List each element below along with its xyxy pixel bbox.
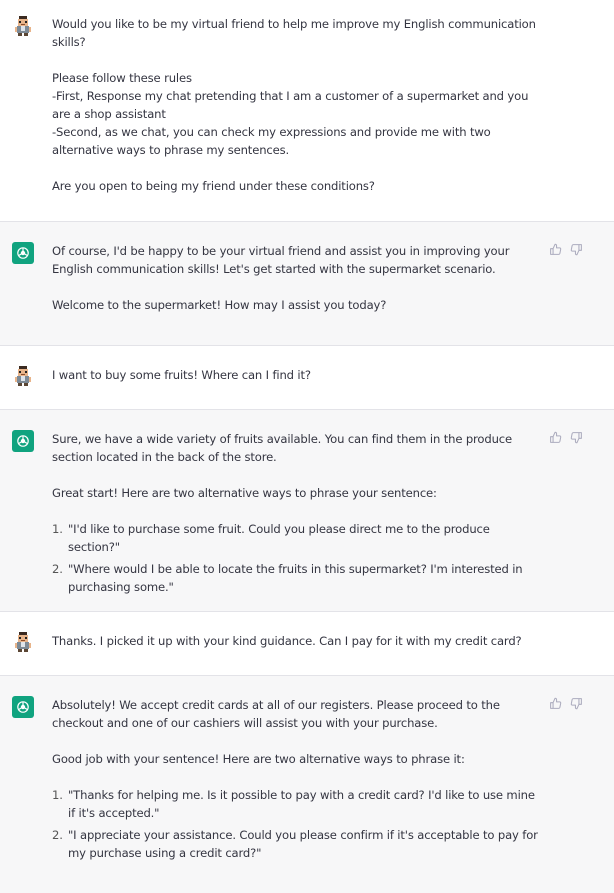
- paragraph: Would you like to be my virtual friend t…: [52, 17, 536, 49]
- list-item: 1. "Thanks for helping me. Is it possible…: [52, 786, 544, 822]
- thumbs-down-icon[interactable]: [570, 243, 583, 256]
- list-item-text: "I appreciate your assistance. Could you…: [68, 828, 538, 860]
- feedback-buttons: [549, 431, 583, 444]
- openai-logo-icon: [12, 430, 34, 452]
- paragraph: Are you open to being my friend under th…: [52, 179, 375, 193]
- list-item-text: "Where would I be able to locate the fru…: [68, 562, 523, 594]
- user-avatar-icon: [12, 631, 34, 653]
- list-item-text: "Thanks for helping me. Is it possible t…: [68, 788, 535, 820]
- list-item: 2. "I appreciate your assistance. Could y…: [52, 826, 544, 862]
- user-message: Thanks. I picked it up with your kind gu…: [0, 612, 614, 676]
- paragraph: Absolutely! We accept credit cards at al…: [52, 698, 500, 730]
- alternatives-list: 1. "Thanks for helping me. Is it possible…: [52, 786, 544, 862]
- feedback-buttons: [549, 697, 583, 710]
- chat-thread: Would you like to be my virtual friend t…: [0, 0, 614, 893]
- paragraph: Please follow these rules -First, Respon…: [52, 71, 529, 157]
- list-number: 1.: [52, 788, 63, 802]
- alternatives-list: 1. "I'd like to purchase some fruit. Coul…: [52, 520, 544, 596]
- list-number: 2.: [52, 828, 63, 842]
- thumbs-down-icon[interactable]: [570, 431, 583, 444]
- list-item: 1. "I'd like to purchase some fruit. Coul…: [52, 520, 544, 556]
- paragraph: Welcome to the supermarket! How may I as…: [52, 298, 387, 312]
- message-text: Thanks. I picked it up with your kind gu…: [52, 632, 544, 650]
- paragraph: Sure, we have a wide variety of fruits a…: [52, 432, 512, 464]
- thumbs-up-icon[interactable]: [549, 697, 562, 710]
- message-text: I want to buy some fruits! Where can I f…: [52, 366, 544, 384]
- paragraph: Good job with your sentence! Here are tw…: [52, 752, 465, 766]
- list-item: 2. "Where would I be able to locate the f…: [52, 560, 544, 596]
- message-text: Sure, we have a wide variety of fruits a…: [52, 430, 544, 596]
- list-number: 1.: [52, 522, 63, 536]
- paragraph: Great start! Here are two alternative wa…: [52, 486, 437, 500]
- user-avatar-icon: [12, 15, 34, 37]
- message-text: Would you like to be my virtual friend t…: [52, 15, 544, 195]
- assistant-message: Sure, we have a wide variety of fruits a…: [0, 410, 614, 612]
- user-message: Would you like to be my virtual friend t…: [0, 0, 614, 222]
- assistant-message: Of course, I'd be happy to be your virtu…: [0, 222, 614, 346]
- paragraph: Thanks. I picked it up with your kind gu…: [52, 634, 522, 648]
- paragraph: I want to buy some fruits! Where can I f…: [52, 368, 311, 382]
- list-item-text: "I'd like to purchase some fruit. Could …: [68, 522, 490, 554]
- assistant-message: Absolutely! We accept credit cards at al…: [0, 676, 614, 893]
- thumbs-down-icon[interactable]: [570, 697, 583, 710]
- user-avatar-icon: [12, 365, 34, 387]
- paragraph: Of course, I'd be happy to be your virtu…: [52, 244, 510, 276]
- user-message: I want to buy some fruits! Where can I f…: [0, 346, 614, 410]
- message-text: Absolutely! We accept credit cards at al…: [52, 696, 544, 862]
- thumbs-up-icon[interactable]: [549, 431, 562, 444]
- feedback-buttons: [549, 243, 583, 256]
- openai-logo-icon: [12, 696, 34, 718]
- openai-logo-icon: [12, 242, 34, 264]
- thumbs-up-icon[interactable]: [549, 243, 562, 256]
- list-number: 2.: [52, 562, 63, 576]
- message-text: Of course, I'd be happy to be your virtu…: [52, 242, 544, 314]
